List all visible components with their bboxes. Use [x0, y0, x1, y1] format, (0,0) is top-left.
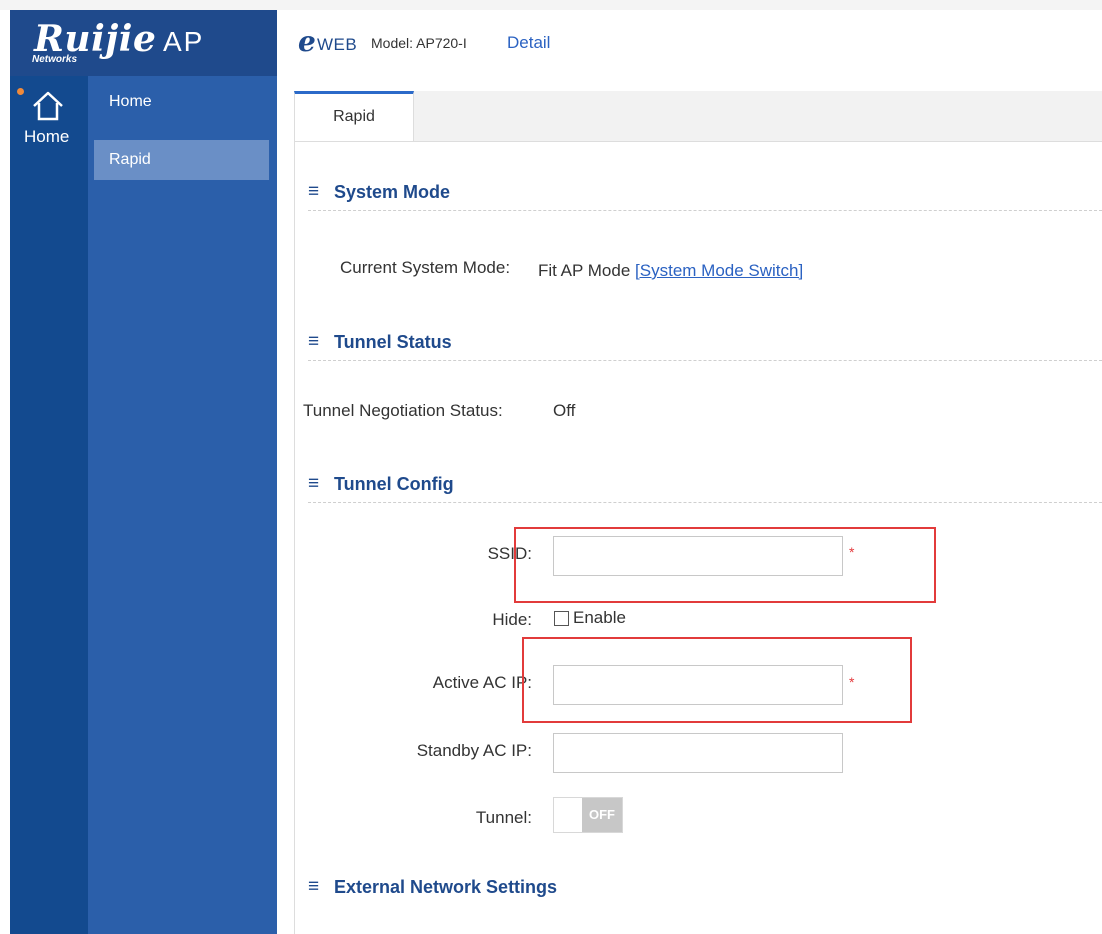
main-panel: Rapid ≡ System Mode Current System Mode:… [277, 76, 1102, 934]
ssid-label: SSID: [487, 544, 532, 563]
eweb-logo-e: e [298, 25, 316, 58]
toggle-knob [554, 798, 582, 832]
current-system-mode-value-row: Fit AP Mode [System Mode Switch] [538, 261, 803, 281]
tab-rapid[interactable]: Rapid [294, 91, 414, 141]
product-name: AP [163, 26, 205, 57]
tunnel-label: Tunnel: [475, 808, 532, 827]
tab-bar: Rapid [294, 91, 1102, 142]
top-strip [0, 0, 1102, 10]
sub-menu: Home Rapid [88, 76, 277, 934]
section-menu-icon: ≡ [308, 473, 320, 494]
active-ac-ip-input[interactable] [553, 665, 843, 705]
section-title-external-network: External Network Settings [334, 877, 558, 897]
device-model: Model: AP720-I [371, 35, 467, 51]
ssid-input[interactable] [553, 536, 843, 576]
brand-logo-subtitle: Networks [32, 54, 78, 65]
system-mode-switch-link[interactable]: [System Mode Switch] [635, 261, 803, 280]
tunnel-negotiation-status-value: Off [553, 401, 576, 420]
rail-item-home[interactable]: Home [10, 76, 88, 156]
panel-left-border [294, 141, 295, 934]
home-icon [33, 91, 63, 121]
section-tunnel-status: ≡ Tunnel Status [308, 324, 1102, 361]
hide-enable-checkbox[interactable] [554, 611, 569, 626]
brand-logo-area: Ruijie Networks AP [10, 10, 277, 76]
standby-ac-ip-label: Standby AC IP: [416, 741, 532, 760]
section-menu-icon: ≡ [308, 181, 320, 202]
top-header: e WEB Model: AP720-I Detail [277, 10, 1102, 76]
eweb-logo-word: WEB [317, 35, 358, 54]
submenu-item-home[interactable]: Home [94, 76, 269, 116]
hide-enable-label[interactable]: Enable [573, 608, 626, 628]
tunnel-toggle-switch[interactable]: OFF [553, 797, 623, 833]
standby-ac-ip-input[interactable] [553, 733, 843, 773]
active-ac-ip-label: Active AC IP: [432, 673, 532, 692]
section-external-network-settings: ≡ External Network Settings [308, 869, 1102, 905]
submenu-item-rapid[interactable]: Rapid [94, 140, 269, 180]
section-title-system-mode: System Mode [334, 182, 451, 202]
notification-dot [17, 88, 24, 95]
rail-home-label: Home [24, 127, 70, 146]
section-system-mode: ≡ System Mode [308, 174, 1102, 211]
detail-link[interactable]: Detail [507, 33, 550, 53]
ssid-required-mark: * [849, 544, 855, 560]
hide-label: Hide: [492, 610, 532, 629]
section-menu-icon: ≡ [308, 331, 320, 352]
current-system-mode-value: Fit AP Mode [538, 261, 631, 280]
section-menu-icon: ≡ [308, 876, 320, 897]
brand-logo: Ruijie [34, 18, 157, 60]
section-title-tunnel-config: Tunnel Config [334, 474, 454, 494]
section-tunnel-config: ≡ Tunnel Config [308, 466, 1102, 503]
section-title-tunnel-status: Tunnel Status [334, 332, 452, 352]
active-ac-ip-required-mark: * [849, 674, 855, 690]
left-icon-rail: Home [10, 76, 88, 934]
toggle-state-text: OFF [589, 807, 615, 822]
tunnel-negotiation-status-label: Tunnel Negotiation Status: [303, 401, 503, 420]
current-system-mode-label: Current System Mode: [340, 258, 511, 277]
